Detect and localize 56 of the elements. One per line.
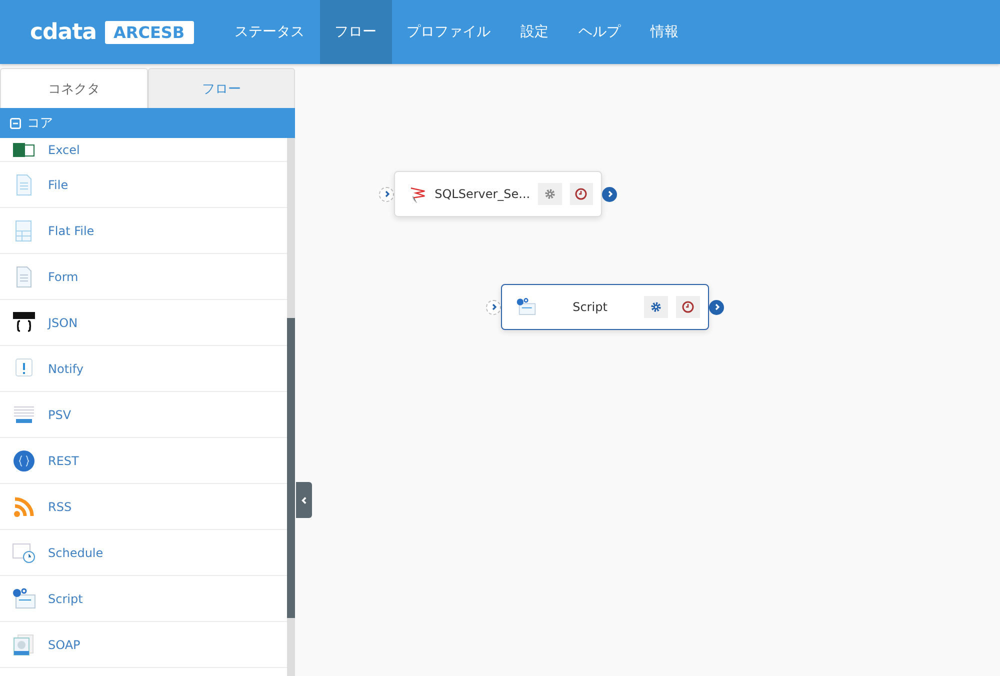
settings-button[interactable] <box>538 183 562 205</box>
calendar-clock-icon <box>12 542 36 564</box>
output-port[interactable] <box>602 186 617 202</box>
connector-name[interactable]: Flat File <box>48 224 94 238</box>
striped-document-icon <box>12 404 36 424</box>
chevron-right-icon <box>382 190 390 198</box>
rss-icon <box>12 496 36 518</box>
settings-button[interactable] <box>644 296 668 318</box>
connector-name[interactable]: JSON <box>48 316 78 330</box>
group-header[interactable]: コア <box>0 108 295 138</box>
chevron-left-icon <box>300 496 308 504</box>
flow-node[interactable]: SQLServer_Se... <box>394 171 602 217</box>
connector-name[interactable]: PSV <box>48 408 72 422</box>
nav-tab[interactable]: ヘルプ <box>564 0 636 64</box>
schedule-button[interactable] <box>676 296 700 318</box>
gear-window-icon <box>516 297 536 317</box>
input-port[interactable] <box>379 186 394 202</box>
gear-icon <box>650 301 662 313</box>
connector-name[interactable]: Notify <box>48 362 84 376</box>
scrollbar[interactable] <box>287 138 295 676</box>
nav-tab[interactable]: 情報 <box>636 0 694 64</box>
nav-tab[interactable]: ステータス <box>220 0 320 64</box>
connector-name[interactable]: SOAP <box>48 638 80 652</box>
connector-name[interactable]: REST <box>48 454 79 468</box>
sidebar-tab[interactable]: フロー <box>148 68 295 108</box>
connector-name[interactable]: File <box>48 178 68 192</box>
product-badge: ARCESB <box>104 20 194 44</box>
flow-node[interactable]: Script <box>501 284 709 330</box>
node-label: Script <box>572 300 608 314</box>
output-port[interactable] <box>709 300 724 314</box>
globe-document-icon <box>12 634 36 656</box>
connector-name[interactable]: RSS <box>48 500 72 514</box>
collapse-handle[interactable] <box>296 482 312 518</box>
input-port[interactable] <box>486 300 501 314</box>
node-label: SQLServer_Se... <box>434 187 530 201</box>
connector-name[interactable]: Excel <box>48 142 80 156</box>
collapse-icon <box>10 118 21 128</box>
nav-tab[interactable]: フロー <box>320 0 392 64</box>
clock-icon <box>682 301 694 313</box>
gear-icon <box>544 188 556 200</box>
clock-icon <box>575 188 588 200</box>
logo: cdata <box>30 20 96 44</box>
connector-name[interactable]: Script <box>48 592 83 606</box>
chevron-right-icon <box>606 190 614 198</box>
connector-name[interactable]: Form <box>48 270 78 284</box>
chevron-right-icon <box>490 303 498 311</box>
nav-tab[interactable]: プロファイル <box>392 0 506 64</box>
spreadsheet-icon <box>12 142 36 156</box>
chevron-right-icon <box>712 303 720 311</box>
gear-window-icon <box>12 588 36 610</box>
nav-tab[interactable]: 設定 <box>506 0 564 64</box>
json-braces-icon <box>12 312 36 334</box>
braces-circle-icon <box>12 450 36 472</box>
sidebar-tab[interactable]: コネクタ <box>0 68 148 108</box>
connector-name[interactable]: Schedule <box>48 546 104 560</box>
schedule-button[interactable] <box>570 183 593 205</box>
